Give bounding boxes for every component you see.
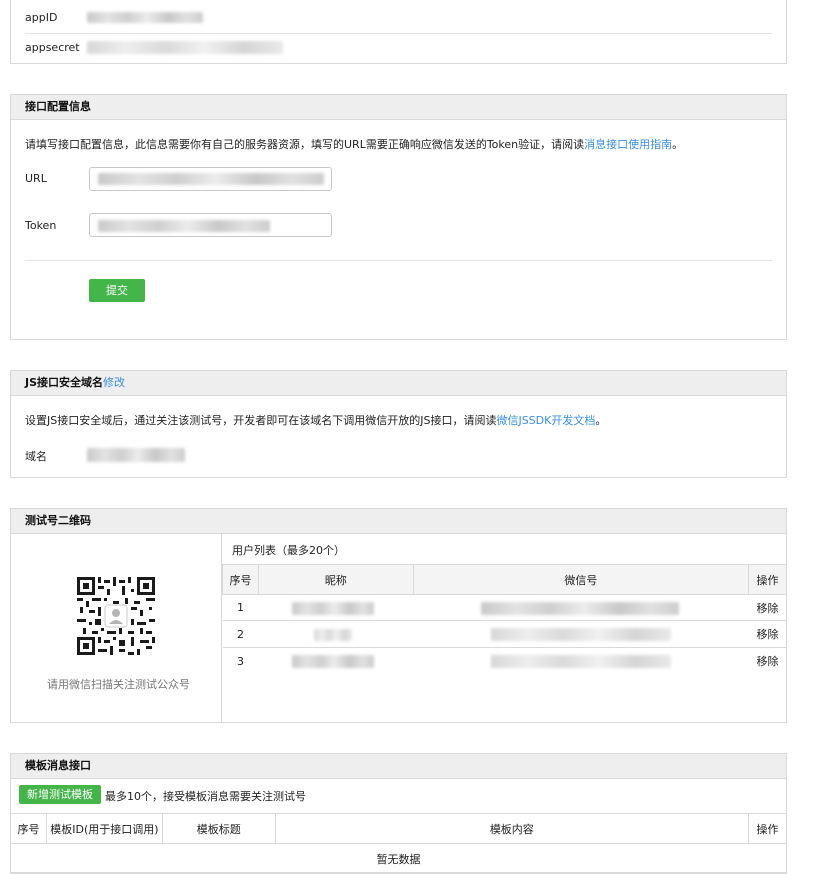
template-title: 模板消息接口 (11, 754, 786, 779)
remove-link[interactable]: 移除 (748, 647, 787, 675)
appid-label: appID (25, 11, 58, 24)
column-header-action: 操作 (747, 813, 788, 844)
nickname-value (292, 655, 375, 668)
column-header-wechat-id: 微信号 (412, 564, 750, 595)
wechat-id-value (491, 628, 672, 641)
empty-row: 暂无数据 (10, 843, 787, 874)
interface-config-title: 接口配置信息 (11, 95, 786, 120)
user-list-table: 序号 昵称 微信号 操作 1 移除 2 移除 3 移除 (222, 564, 787, 675)
edit-domain-link[interactable]: 修改 (103, 376, 125, 389)
message-guide-link[interactable]: 消息接口使用指南 (584, 138, 672, 151)
empty-message: 暂无数据 (10, 843, 787, 874)
user-list-title: 用户列表（最多20个） (232, 544, 345, 557)
column-header-index: 序号 (10, 813, 47, 844)
template-note: 最多10个，接受模板消息需要关注测试号 (105, 790, 306, 803)
template-table: 序号 模板ID(用于接口调用) 模板标题 模板内容 操作 暂无数据 (10, 813, 788, 874)
url-input[interactable] (89, 167, 332, 191)
row-index: 1 (222, 594, 259, 621)
qrcode-title: 测试号二维码 (11, 509, 786, 534)
divider (25, 33, 772, 34)
qrcode-panel: 测试号二维码 请用微信扫描关注测试公众号 用户列表（最多20个） 序号 昵称 微… (10, 508, 787, 723)
column-header-template-title: 模板标题 (161, 813, 276, 844)
app-credentials-panel: appID appsecret (10, 0, 787, 64)
column-header-template-id: 模板ID(用于接口调用) (45, 813, 163, 844)
js-domain-header: JS接口安全域名修改 (11, 371, 786, 396)
appid-value (87, 12, 203, 23)
js-domain-title: JS接口安全域名 (25, 376, 104, 389)
column-header-action: 操作 (748, 564, 787, 595)
row-wechat-id (413, 620, 749, 648)
token-input[interactable] (89, 213, 332, 237)
interface-config-panel: 接口配置信息 请填写接口配置信息，此信息需要你有自己的服务器资源，填写的URL需… (10, 94, 787, 340)
row-index: 2 (222, 620, 259, 648)
js-domain-panel: JS接口安全域名修改 设置JS接口安全域后，通过关注该测试号，开发者即可在该域名… (10, 370, 787, 478)
token-label: Token (25, 219, 57, 232)
token-value (98, 220, 270, 232)
remove-link[interactable]: 移除 (748, 620, 787, 648)
row-nickname (258, 647, 414, 675)
table-header-row: 序号 昵称 微信号 操作 (222, 564, 787, 595)
row-wechat-id (413, 647, 749, 675)
appsecret-label: appsecret (25, 41, 80, 54)
js-domain-desc: 设置JS接口安全域后，通过关注该测试号，开发者即可在该域名下调用微信开放的JS接… (25, 412, 606, 428)
qrcode-area: 请用微信扫描关注测试公众号 (11, 534, 222, 722)
wechat-id-value (491, 655, 672, 668)
column-header-index: 序号 (222, 564, 259, 595)
url-label: URL (25, 172, 47, 185)
add-template-button[interactable]: 新增测试模板 (19, 785, 101, 804)
interface-config-desc: 请填写接口配置信息，此信息需要你有自己的服务器资源，填写的URL需要正确响应微信… (25, 136, 683, 152)
desc-suffix: 。 (672, 138, 684, 151)
table-row: 3 移除 (222, 647, 787, 675)
table-row: 2 移除 (222, 620, 787, 648)
qrcode-caption: 请用微信扫描关注测试公众号 (47, 678, 190, 691)
table-row: 1 移除 (222, 594, 787, 621)
template-panel: 模板消息接口 新增测试模板 最多10个，接受模板消息需要关注测试号 序号 模板I… (10, 753, 788, 874)
domain-value (87, 448, 185, 462)
column-header-template-content: 模板内容 (274, 813, 749, 844)
table-header-row: 序号 模板ID(用于接口调用) 模板标题 模板内容 操作 (10, 813, 788, 844)
remove-link[interactable]: 移除 (748, 594, 787, 621)
nickname-value (314, 629, 353, 641)
divider (25, 260, 772, 261)
desc-text: 设置JS接口安全域后，通过关注该测试号，开发者即可在该域名下调用微信开放的JS接… (25, 414, 497, 427)
row-nickname (258, 620, 414, 648)
appsecret-value (87, 41, 283, 54)
jssdk-doc-link[interactable]: 微信JSSDK开发文档 (496, 414, 595, 427)
row-index: 3 (222, 647, 259, 675)
url-value (98, 173, 324, 185)
desc-suffix: 。 (595, 414, 607, 427)
row-nickname (258, 594, 414, 621)
nickname-value (292, 602, 375, 615)
domain-label: 域名 (25, 450, 47, 463)
desc-text: 请填写接口配置信息，此信息需要你有自己的服务器资源，填写的URL需要正确响应微信… (25, 138, 585, 151)
row-wechat-id (413, 594, 749, 621)
qrcode-image (77, 577, 155, 655)
column-header-nickname: 昵称 (257, 564, 414, 595)
wechat-id-value (481, 602, 680, 615)
submit-button[interactable]: 提交 (89, 279, 145, 302)
